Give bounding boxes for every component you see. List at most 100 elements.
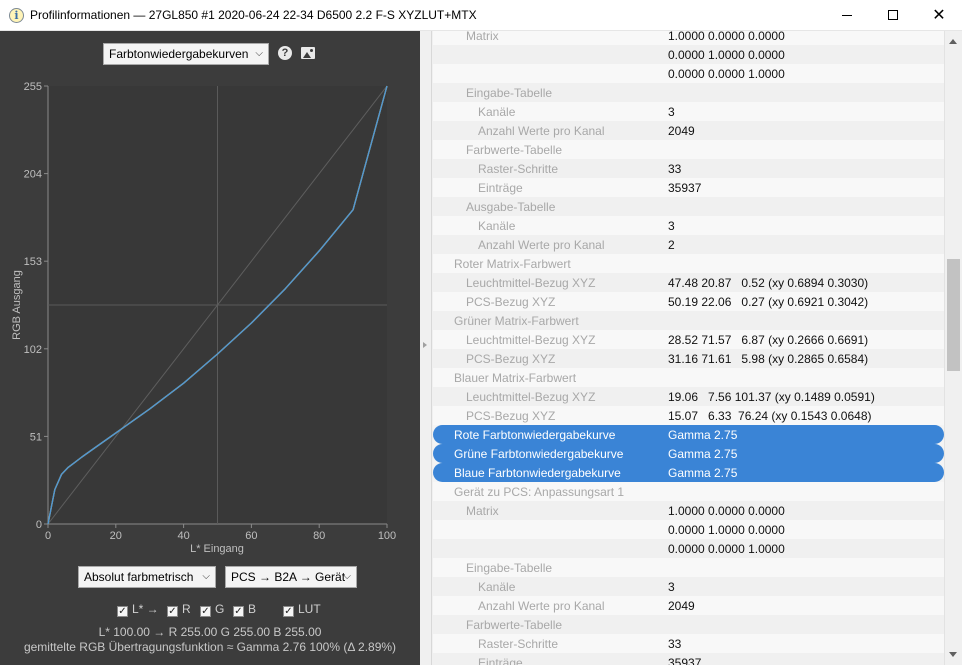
y-tick-label: 0 — [36, 519, 42, 531]
property-row[interactable]: Kanäle 3 — [433, 216, 944, 235]
property-value: 50.19 22.06 0.27 (xy 0.6921 0.3042) — [668, 295, 869, 309]
property-row[interactable]: Anzahl Werte pro Kanal 2 — [433, 235, 944, 254]
panel-splitter[interactable] — [420, 31, 432, 665]
property-row[interactable]: Blauer Matrix-Farbwert — [433, 368, 944, 387]
property-list[interactable]: Matrix 1.0000 0.0000 0.0000 0.0000 1.0000 … — [433, 31, 944, 665]
checkbox-lut[interactable]: ✓ LUT — [283, 602, 321, 617]
property-row[interactable]: Einträge 35937 — [433, 178, 944, 197]
property-row[interactable]: Kanäle 3 — [433, 102, 944, 121]
checkbox-b-box[interactable]: ✓ — [233, 606, 244, 617]
curve-type-select[interactable]: Farbtonwiedergabekurven ⌵ — [103, 43, 269, 65]
checkbox-g-label: G — [215, 602, 225, 616]
checkbox-b-label: B — [248, 602, 257, 616]
property-row[interactable]: Grüne Farbtonwiedergabekurve Gamma 2.75 — [433, 444, 944, 463]
checkbox-b[interactable]: ✓ B — [233, 602, 257, 617]
y-tick-label: 204 — [24, 169, 42, 181]
property-rows: Matrix 1.0000 0.0000 0.0000 0.0000 1.0000 … — [433, 31, 944, 665]
property-row[interactable]: Anzahl Werte pro Kanal 2049 — [433, 121, 944, 140]
maximize-button[interactable] — [870, 0, 916, 31]
property-row[interactable]: Grüner Matrix-Farbwert — [433, 311, 944, 330]
status-readout: L* 100.00 → R 255.00 G 255.00 B 255.00 — [98, 625, 322, 639]
property-value: 2049 — [668, 599, 695, 613]
minimize-button[interactable] — [824, 0, 870, 31]
chevron-right-icon — [423, 342, 427, 348]
property-value: 0.0000 1.0000 0.0000 — [668, 523, 785, 537]
image-icon[interactable] — [301, 47, 315, 59]
vertical-scrollbar[interactable] — [944, 31, 962, 665]
property-row[interactable]: Leuchtmittel-Bezug XYZ 47.48 20.87 0.52 (… — [433, 273, 944, 292]
property-label: Matrix — [466, 31, 499, 43]
checkbox-lstar[interactable]: ✓ L* → — [117, 602, 159, 617]
property-value: 47.48 20.87 0.52 (xy 0.6894 0.3030) — [668, 276, 869, 290]
property-value: 1.0000 0.0000 0.0000 — [668, 504, 785, 518]
property-value: 2 — [668, 238, 675, 252]
property-label: Raster-Schritte — [478, 162, 559, 176]
property-value: 0.0000 0.0000 1.0000 — [668, 542, 785, 556]
property-row[interactable]: Eingabe-Tabelle — [433, 558, 944, 577]
property-row[interactable]: Matrix 1.0000 0.0000 0.0000 — [433, 501, 944, 520]
checkbox-lut-box[interactable]: ✓ — [283, 606, 294, 617]
property-label: Anzahl Werte pro Kanal — [478, 124, 605, 138]
property-value: 3 — [668, 219, 675, 233]
property-row[interactable]: Matrix 1.0000 0.0000 0.0000 — [433, 31, 944, 45]
property-row[interactable]: Leuchtmittel-Bezug XYZ 19.06 7.56 101.37 … — [433, 387, 944, 406]
property-row[interactable]: 0.0000 0.0000 1.0000 — [433, 64, 944, 83]
property-label: Kanäle — [478, 105, 516, 119]
property-row[interactable]: Eingabe-Tabelle — [433, 83, 944, 102]
y-tick-label: 153 — [24, 256, 42, 268]
property-row[interactable]: Rote Farbtonwiedergabekurve Gamma 2.75 — [433, 425, 944, 444]
property-row[interactable]: Roter Matrix-Farbwert — [433, 254, 944, 273]
scroll-up-icon[interactable] — [949, 39, 957, 44]
property-row[interactable]: PCS-Bezug XYZ 50.19 22.06 0.27 (xy 0.6921… — [433, 292, 944, 311]
property-value: 3 — [668, 580, 675, 594]
property-label: Einträge — [478, 181, 523, 195]
direction-select[interactable]: PCS → B2A → Gerät ⌵ — [225, 566, 357, 588]
property-label: Ausgabe-Tabelle — [466, 200, 556, 214]
property-row[interactable]: Raster-Schritte 33 — [433, 159, 944, 178]
property-value: 0.0000 0.0000 1.0000 — [668, 67, 785, 81]
property-row[interactable]: 0.0000 1.0000 0.0000 — [433, 520, 944, 539]
checkbox-g-box[interactable]: ✓ — [200, 606, 211, 617]
property-value: 33 — [668, 637, 682, 651]
property-row[interactable]: Ausgabe-Tabelle — [433, 197, 944, 216]
property-row[interactable]: Leuchtmittel-Bezug XYZ 28.52 71.57 6.87 (… — [433, 330, 944, 349]
x-tick-label: 20 — [110, 530, 122, 542]
property-row[interactable]: PCS-Bezug XYZ 15.07 6.33 76.24 (xy 0.1543… — [433, 406, 944, 425]
scroll-down-icon[interactable] — [949, 652, 957, 657]
property-label: Leuchtmittel-Bezug XYZ — [466, 276, 596, 290]
intent-select[interactable]: Absolut farbmetrisch ⌵ — [78, 566, 216, 588]
close-button[interactable]: ✕ — [916, 0, 962, 31]
checkbox-r[interactable]: ✓ R — [167, 602, 191, 617]
property-row[interactable]: Farbwerte-Tabelle — [433, 615, 944, 634]
property-row[interactable]: PCS-Bezug XYZ 31.16 71.61 5.98 (xy 0.2865… — [433, 349, 944, 368]
property-value: 19.06 7.56 101.37 (xy 0.1489 0.0591) — [668, 390, 875, 404]
property-value: 3 — [668, 105, 675, 119]
property-row[interactable]: Einträge 35937 — [433, 653, 944, 665]
help-icon[interactable]: ? — [278, 46, 292, 60]
property-value: 1.0000 0.0000 0.0000 — [668, 31, 785, 43]
property-value: Gamma 2.75 — [668, 447, 738, 461]
property-value: 0.0000 1.0000 0.0000 — [668, 48, 785, 62]
property-label: Grüner Matrix-Farbwert — [454, 314, 579, 328]
checkbox-g[interactable]: ✓ G — [200, 602, 225, 617]
property-row[interactable]: Farbwerte-Tabelle — [433, 140, 944, 159]
checkbox-lstar-box[interactable]: ✓ — [117, 606, 128, 617]
property-label: Leuchtmittel-Bezug XYZ — [466, 333, 596, 347]
property-value: 35937 — [668, 181, 702, 195]
property-row[interactable]: 0.0000 1.0000 0.0000 — [433, 45, 944, 64]
property-row[interactable]: Blaue Farbtonwiedergabekurve Gamma 2.75 — [433, 463, 944, 482]
scrollbar-thumb[interactable] — [947, 259, 960, 371]
y-tick-label: 102 — [24, 344, 42, 356]
property-label: Eingabe-Tabelle — [466, 561, 553, 575]
property-row[interactable]: Raster-Schritte 33 — [433, 634, 944, 653]
property-row[interactable]: Kanäle 3 — [433, 577, 944, 596]
property-value: 15.07 6.33 76.24 (xy 0.1543 0.0648) — [668, 409, 872, 423]
property-label: Roter Matrix-Farbwert — [454, 257, 571, 271]
property-row[interactable]: Gerät zu PCS: Anpassungsart 1 — [433, 482, 944, 501]
checkbox-r-box[interactable]: ✓ — [167, 606, 178, 617]
property-label: PCS-Bezug XYZ — [466, 409, 556, 423]
direction-select-value: PCS → B2A → Gerät — [231, 570, 346, 584]
property-row[interactable]: Anzahl Werte pro Kanal 2049 — [433, 596, 944, 615]
property-value: 2049 — [668, 124, 695, 138]
property-row[interactable]: 0.0000 0.0000 1.0000 — [433, 539, 944, 558]
